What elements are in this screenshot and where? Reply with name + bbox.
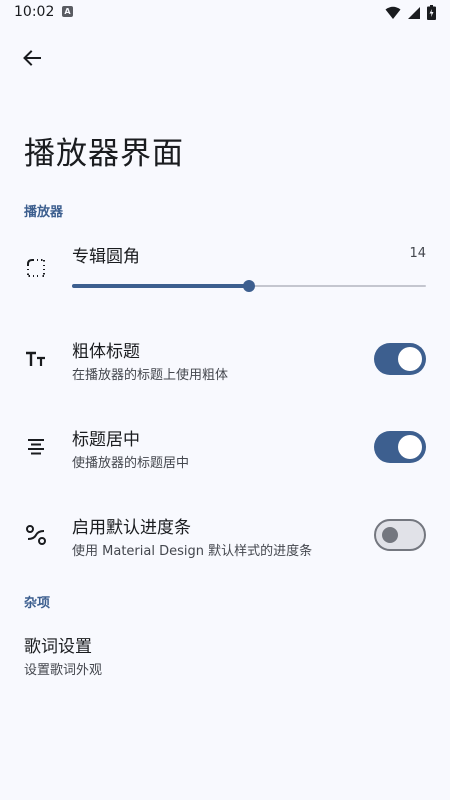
status-time: 10:02 [14, 4, 55, 20]
text-format-icon [24, 347, 48, 371]
center-title-label: 标题居中 [72, 430, 140, 450]
wifi-icon [385, 6, 401, 19]
lyrics-settings-title: 歌词设置 [24, 637, 92, 657]
progress-style-icon [24, 523, 48, 547]
bold-title-switch[interactable] [374, 343, 426, 375]
back-button[interactable] [14, 40, 50, 76]
slider-title: 专辑圆角 [72, 247, 140, 267]
album-corner-slider[interactable] [72, 276, 426, 296]
arrow-back-icon [23, 50, 41, 66]
bold-title-description: 在播放器的标题上使用粗体 [72, 368, 229, 383]
status-bar: 10:02 A [0, 0, 450, 26]
align-center-icon [24, 435, 48, 459]
center-title-description: 使播放器的标题居中 [72, 456, 190, 471]
battery-charging-icon [427, 5, 436, 20]
page-title: 播放器界面 [24, 136, 184, 172]
section-header-misc: 杂项 [24, 596, 51, 611]
bold-title-label: 粗体标题 [72, 342, 140, 362]
status-icons [385, 5, 436, 20]
notification-app-icon: A [62, 6, 73, 17]
signal-icon [408, 6, 420, 19]
slider-thumb[interactable] [243, 280, 255, 292]
section-header-player: 播放器 [24, 205, 64, 220]
lyrics-settings-subtitle: 设置歌词外观 [24, 663, 103, 678]
slider-value: 14 [409, 246, 426, 261]
default-progress-switch[interactable] [374, 519, 426, 551]
center-title-switch[interactable] [374, 431, 426, 463]
default-progress-label: 启用默认进度条 [72, 518, 191, 538]
switch-knob [398, 347, 422, 371]
switch-knob [398, 435, 422, 459]
rounded-corner-icon [24, 256, 48, 280]
slider-active-track [72, 284, 249, 288]
switch-knob [382, 527, 398, 543]
default-progress-description: 使用 Material Design 默认样式的进度条 [72, 544, 313, 559]
